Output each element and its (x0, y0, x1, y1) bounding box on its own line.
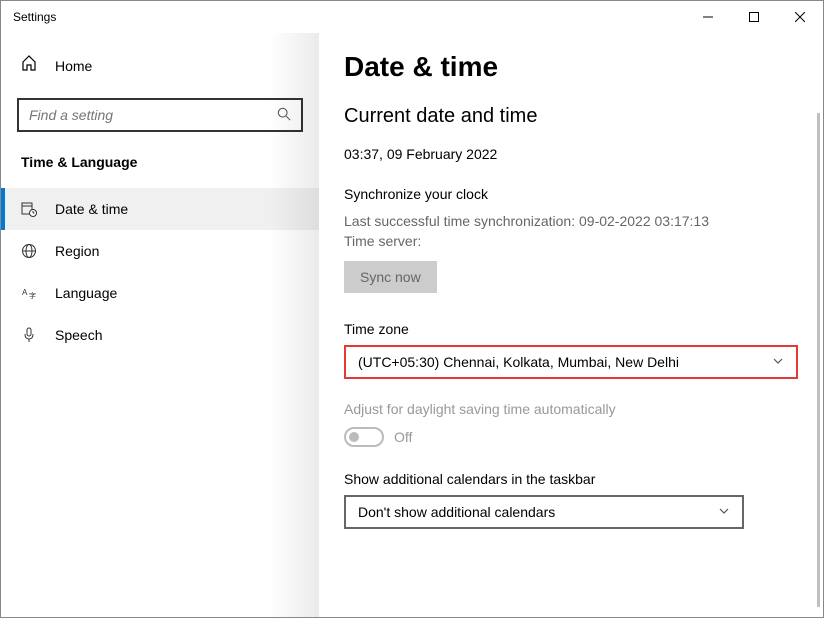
chevron-down-icon (718, 504, 730, 520)
maximize-button[interactable] (731, 1, 777, 33)
sidebar-item-speech[interactable]: Speech (1, 314, 319, 356)
search-input[interactable] (17, 98, 303, 132)
datetime-value: 03:37, 09 February 2022 (344, 146, 798, 162)
content-panel: Date & time Current date and time 03:37,… (319, 33, 823, 617)
globe-icon (21, 243, 37, 259)
svg-text:字: 字 (29, 291, 36, 300)
microphone-icon (21, 327, 37, 343)
timezone-dropdown[interactable]: (UTC+05:30) Chennai, Kolkata, Mumbai, Ne… (344, 345, 798, 379)
calendars-dropdown[interactable]: Don't show additional calendars (344, 495, 744, 529)
dst-toggle (344, 427, 384, 447)
search-icon (277, 107, 291, 124)
sidebar-item-label: Date & time (55, 201, 128, 217)
window-controls (685, 1, 823, 33)
sidebar: Home Time & Language Date & time Region (1, 33, 319, 617)
calendars-value: Don't show additional calendars (358, 504, 555, 520)
sidebar-item-language[interactable]: A字 Language (1, 272, 319, 314)
timezone-value: (UTC+05:30) Chennai, Kolkata, Mumbai, Ne… (358, 354, 679, 370)
language-icon: A字 (21, 285, 37, 301)
dst-toggle-row: Off (344, 427, 798, 447)
time-server-text: Time server: (344, 232, 798, 252)
sidebar-item-label: Region (55, 243, 99, 259)
dst-toggle-value: Off (394, 429, 412, 445)
chevron-down-icon (772, 354, 784, 370)
search-field[interactable] (29, 107, 277, 123)
sidebar-item-region[interactable]: Region (1, 230, 319, 272)
sync-clock-label: Synchronize your clock (344, 186, 798, 202)
home-nav[interactable]: Home (1, 47, 319, 84)
svg-text:A: A (22, 288, 28, 297)
dst-label: Adjust for daylight saving time automati… (344, 401, 798, 417)
sync-now-button[interactable]: Sync now (344, 261, 437, 293)
sidebar-item-label: Language (55, 285, 117, 301)
home-label: Home (55, 58, 92, 74)
sidebar-item-date-time[interactable]: Date & time (1, 188, 319, 230)
section-current-datetime: Current date and time (344, 105, 798, 128)
titlebar: Settings (1, 1, 823, 33)
calendars-label: Show additional calendars in the taskbar (344, 471, 798, 487)
home-icon (21, 55, 37, 76)
main-area: Home Time & Language Date & time Region (1, 33, 823, 617)
minimize-button[interactable] (685, 1, 731, 33)
category-title: Time & Language (1, 154, 319, 188)
page-title: Date & time (344, 51, 798, 83)
window-title: Settings (13, 10, 685, 24)
timezone-label: Time zone (344, 321, 798, 337)
last-sync-text: Last successful time synchronization: 09… (344, 212, 798, 232)
calendar-clock-icon (21, 201, 37, 217)
close-button[interactable] (777, 1, 823, 33)
sidebar-item-label: Speech (55, 327, 102, 343)
